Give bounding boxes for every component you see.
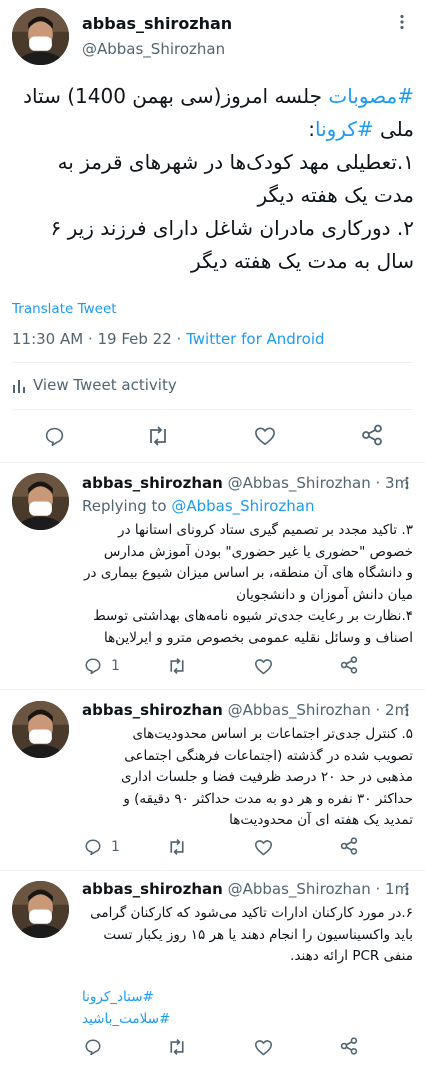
tweet-line-2: ملی #کرونا: [308,117,414,141]
avatar[interactable] [12,8,69,65]
more-icon[interactable] [400,703,414,717]
tweet-line-5: ۲. دورکاری مادران شاغل دارای فرزند زیر ۶ [50,216,415,240]
reply-header: abbas_shirozhan @Abbas_Shirozhan · 3m [82,474,409,492]
reply-header: abbas_shirozhan @Abbas_Shirozhan · 2m [82,701,409,719]
hashtag-link[interactable]: #ستاد_کرونا [82,986,170,1008]
reply-header: abbas_shirozhan @Abbas_Shirozhan · 1m [82,880,409,898]
hashtag-link[interactable]: #مصوبات [328,84,414,108]
divider [0,870,425,871]
timestamp: 11:30 AM · 19 Feb 22 · [12,330,187,348]
tweet-line-4: مدت یک هفته دیگر [257,183,414,207]
share-icon[interactable] [340,1037,358,1055]
reply-count: 1 [111,658,120,674]
reply-icon[interactable] [84,1038,102,1056]
share-icon[interactable] [340,656,358,674]
tweet-line-3: ۱.تعطیلی مهد کودک‌ها در شهرهای قرمز به [57,150,414,174]
like-icon[interactable] [254,658,273,675]
tweet-line-6: سال به مدت یک هفته دیگر [191,249,414,273]
tweet-meta: 11:30 AM · 19 Feb 22 · Twitter for Andro… [12,330,325,348]
like-icon[interactable] [254,426,276,446]
like-icon[interactable] [254,1039,273,1056]
source-link[interactable]: Twitter for Android [186,330,324,348]
reply-text: ۳. تاکید مجدد بر تصمیم گیری ستاد کرونای … [84,522,413,646]
avatar[interactable] [12,881,69,938]
divider [12,409,413,410]
display-name[interactable]: abbas_shirozhan [82,14,232,33]
retweet-icon[interactable] [167,1038,187,1056]
user-handle[interactable]: @Abbas_Shirozhan [82,40,225,58]
hashtag-link[interactable]: #کرونا [315,117,374,141]
avatar[interactable] [12,473,69,530]
replying-to: Replying to @Abbas_Shirozhan [82,497,315,515]
display-name[interactable]: abbas_shirozhan [82,880,223,898]
hashtag-list: #ستاد_کرونا #سلامت_باشید [82,986,170,1030]
hashtag-link[interactable]: #سلامت_باشید [82,1008,170,1030]
reply-icon[interactable] [84,838,102,856]
retweet-icon[interactable] [167,657,187,675]
like-icon[interactable] [254,839,273,856]
user-handle[interactable]: @Abbas_Shirozhan [228,474,371,492]
tweet-text: #مصوبات جلسه امروز(سی بهمن 1400) ستاد مل… [12,80,414,278]
reply-count: 1 [111,839,120,855]
avatar[interactable] [12,701,69,758]
reply-text: ۶.در مورد کارکنان ادارات تاکید می‌شود که… [90,905,413,964]
display-name[interactable]: abbas_shirozhan [82,701,223,719]
retweet-icon[interactable] [167,838,187,856]
more-icon[interactable] [400,882,414,896]
divider [0,462,425,463]
more-icon[interactable] [400,476,414,490]
retweet-icon[interactable] [146,425,170,447]
share-icon[interactable] [361,424,383,446]
reply-icon[interactable] [44,426,65,447]
user-handle[interactable]: @Abbas_Shirozhan [228,880,371,898]
tweet-line-1: #مصوبات جلسه امروز(سی بهمن 1400) ستاد [23,84,414,108]
bar-chart-icon [12,379,26,393]
more-icon[interactable] [394,14,410,30]
reply-text: ۵. کنترل جدی‌تر اجتماعات بر اساس محدودیت… [120,726,413,828]
translate-tweet-link[interactable]: Translate Tweet [12,301,117,317]
divider [0,689,425,690]
divider [12,362,413,363]
replying-to-handle[interactable]: @Abbas_Shirozhan [171,497,314,515]
share-icon[interactable] [340,837,358,855]
display-name[interactable]: abbas_shirozhan [82,474,223,492]
reply-icon[interactable] [84,657,102,675]
user-handle[interactable]: @Abbas_Shirozhan [228,701,371,719]
